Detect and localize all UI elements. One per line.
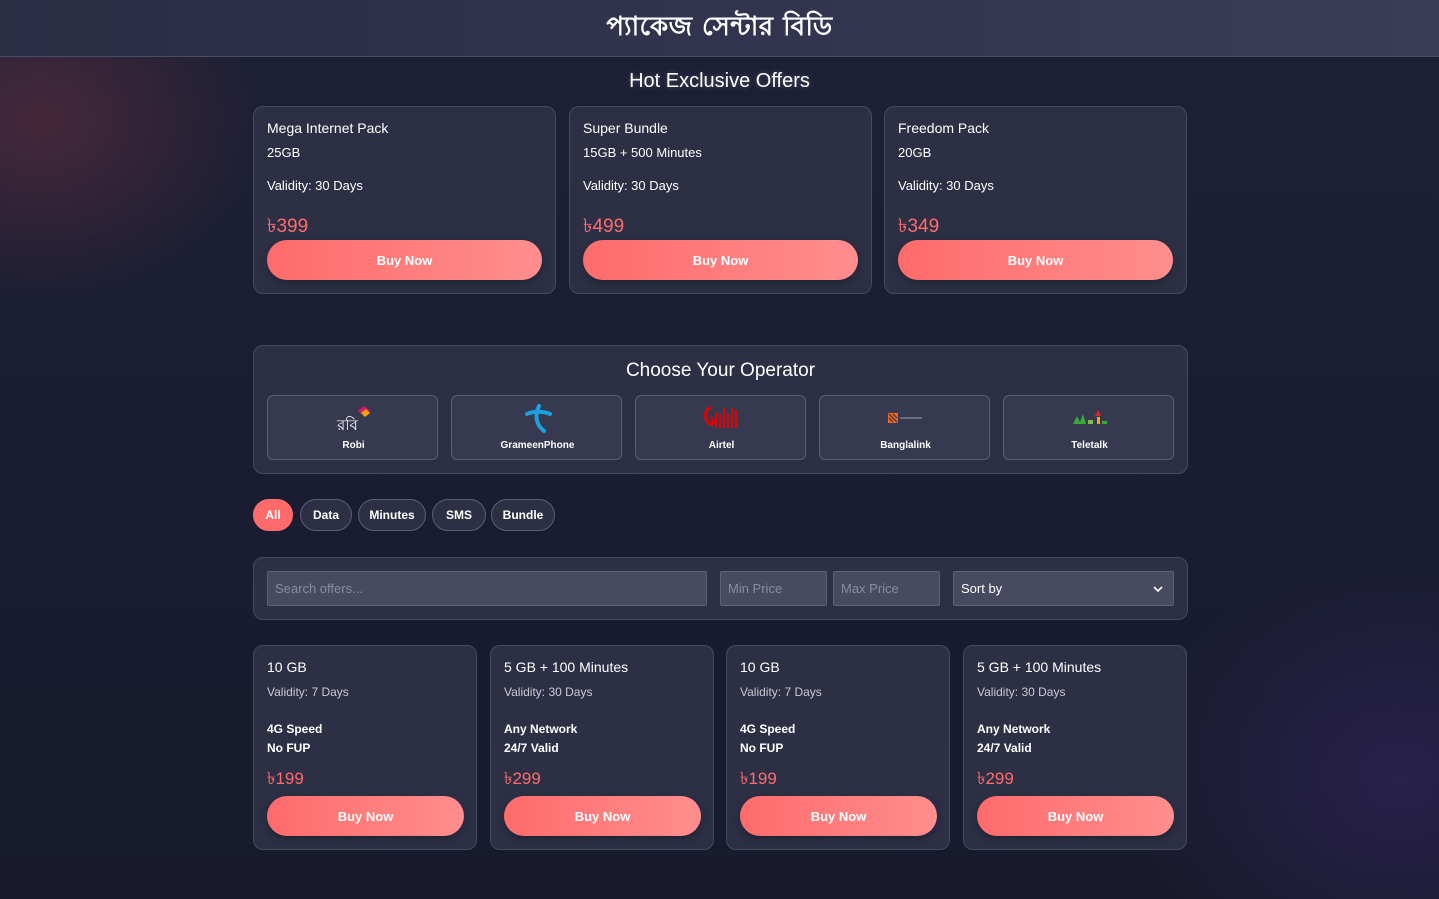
filter-all[interactable]: All (253, 499, 293, 531)
site-header: প্যাকেজ সেন্টার বিডি (0, 0, 1439, 57)
hot-offers-title: Hot Exclusive Offers (629, 70, 810, 92)
offer-amount: 15GB + 500 Minutes (583, 145, 702, 160)
operator-airtel[interactable]: Airtel (635, 395, 806, 460)
operator-name: Airtel (708, 440, 735, 451)
operator-panel-title: Choose Your Operator (625, 360, 816, 381)
sort-select-label: Sort by (961, 581, 1003, 596)
package-card: 5 GB + 100 Minutes Validity: 30 Days Any… (490, 645, 714, 850)
package-title: 10 GB (267, 659, 307, 675)
package-feature: 4G Speed (267, 722, 323, 736)
max-price-input[interactable]: Max Price (833, 571, 940, 606)
buy-now-button[interactable]: Buy Now (740, 796, 937, 836)
operator-name: GrameenPhone (500, 440, 575, 451)
search-input[interactable]: Search offers... (267, 571, 707, 606)
site-title: প্যাকেজ সেন্টার বিডি (606, 12, 833, 42)
package-feature: Any Network (977, 722, 1051, 736)
buy-now-button[interactable]: Buy Now (977, 796, 1174, 836)
buy-now-button[interactable]: Buy Now (504, 796, 701, 836)
offer-validity: Validity: 30 Days (267, 178, 363, 193)
buy-now-button[interactable]: Buy Now (267, 240, 542, 280)
banglalink-logo-icon (820, 402, 991, 434)
chevron-down-icon (1153, 581, 1163, 596)
package-feature: No FUP (740, 741, 784, 755)
offer-amount: 25GB (267, 145, 301, 160)
filter-bundle[interactable]: Bundle (491, 499, 555, 531)
buy-now-button[interactable]: Buy Now (898, 240, 1173, 280)
offer-amount: 20GB (898, 145, 932, 160)
filter-data[interactable]: Data (300, 499, 352, 531)
operator-grameenphone[interactable]: GrameenPhone (451, 395, 622, 460)
package-card: 10 GB Validity: 7 Days 4G Speed No FUP ৳… (726, 645, 950, 850)
package-card: 5 GB + 100 Minutes Validity: 30 Days Any… (963, 645, 1187, 850)
package-title: 10 GB (740, 659, 780, 675)
min-price-input[interactable]: Min Price (720, 571, 827, 606)
operator-name: Robi (342, 440, 365, 451)
operator-teletalk[interactable]: Teletalk (1003, 395, 1174, 460)
filter-minutes[interactable]: Minutes (358, 499, 426, 531)
offer-name: Mega Internet Pack (267, 120, 389, 136)
operator-banglalink[interactable]: Banglalink (819, 395, 990, 460)
operator-robi[interactable]: রবি Robi (267, 395, 438, 460)
package-validity: Validity: 7 Days (267, 685, 349, 699)
package-title: 5 GB + 100 Minutes (977, 659, 1102, 675)
teletalk-logo-icon (1004, 402, 1175, 434)
package-price: ৳199 (267, 769, 304, 788)
package-validity: Validity: 7 Days (740, 685, 822, 699)
grameenphone-logo-icon (452, 402, 623, 434)
operator-name: Teletalk (1071, 440, 1108, 451)
operator-name: Banglalink (880, 440, 931, 451)
offer-validity: Validity: 30 Days (898, 178, 994, 193)
package-feature: 24/7 Valid (977, 741, 1032, 755)
filter-sms[interactable]: SMS (432, 499, 486, 531)
offer-card: Mega Internet Pack 25GB Validity: 30 Day… (253, 106, 556, 294)
robi-logo-icon: রবি (268, 402, 439, 434)
package-feature: Any Network (504, 722, 578, 736)
buy-now-button[interactable]: Buy Now (267, 796, 464, 836)
package-title: 5 GB + 100 Minutes (504, 659, 629, 675)
package-card: 10 GB Validity: 7 Days 4G Speed No FUP ৳… (253, 645, 477, 850)
package-validity: Validity: 30 Days (504, 685, 593, 699)
airtel-logo-icon (636, 402, 807, 434)
package-feature: 24/7 Valid (504, 741, 559, 755)
package-price: ৳299 (504, 769, 541, 788)
package-price: ৳199 (740, 769, 777, 788)
svg-text:রবি: রবি (336, 416, 359, 433)
offer-card: Freedom Pack 20GB Validity: 30 Days ৳349… (884, 106, 1187, 294)
offer-name: Super Bundle (583, 120, 668, 136)
search-panel: Search offers... Min Price Max Price Sor… (253, 557, 1188, 620)
buy-now-button[interactable]: Buy Now (583, 240, 858, 280)
package-feature: No FUP (267, 741, 311, 755)
sort-select[interactable]: Sort by (953, 571, 1174, 606)
offer-validity: Validity: 30 Days (583, 178, 679, 193)
package-validity: Validity: 30 Days (977, 685, 1066, 699)
offer-card: Super Bundle 15GB + 500 Minutes Validity… (569, 106, 872, 294)
package-price: ৳299 (977, 769, 1014, 788)
operator-panel: Choose Your Operator রবি Robi GrameenPho… (253, 345, 1188, 474)
package-feature: 4G Speed (740, 722, 796, 736)
offer-name: Freedom Pack (898, 120, 990, 136)
